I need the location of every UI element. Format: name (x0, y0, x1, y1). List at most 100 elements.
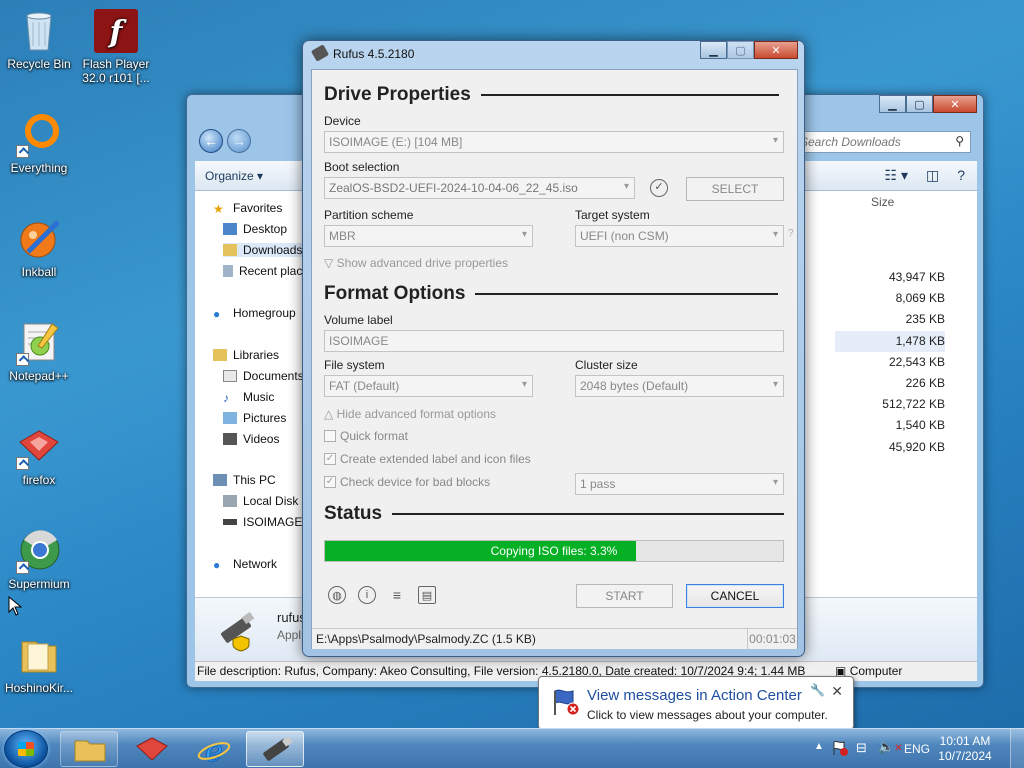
balloon-close-icon[interactable]: ✕ (831, 683, 843, 700)
desktop-icon-recycle-bin[interactable]: Recycle Bin (1, 8, 77, 71)
taskbar: e ▲ ⊟ 🔈✕ ENG 10:01 AM 10/7/2024 (0, 728, 1024, 768)
explorer-close-button[interactable]: ✕ (933, 95, 977, 113)
cancel-button[interactable]: CANCEL (686, 584, 784, 608)
back-button[interactable]: ← (199, 129, 223, 153)
nav-this-pc[interactable]: This PC (213, 473, 276, 487)
taskbar-ie-button[interactable]: e (184, 731, 242, 768)
boot-selection-dropdown[interactable]: ZealOS-BSD2-UEFI-2024-10-04-06_22_45.iso (324, 177, 635, 199)
select-button[interactable]: SELECT (686, 177, 784, 201)
rufus-window[interactable]: Rufus 4.5.2180 ▁ ▢ ✕ Drive Properties De… (302, 40, 805, 657)
explorer-maximize-button[interactable]: ▢ (906, 95, 933, 113)
documents-icon (223, 370, 237, 382)
nav-label: Documents (243, 369, 304, 383)
preview-pane-icon[interactable]: ◫ (926, 167, 939, 184)
desktop-icon-label: Inkball (21, 265, 57, 279)
nav-favorites[interactable]: ★ Favorites (213, 201, 282, 216)
internet-explorer-icon: e (197, 734, 231, 768)
organize-label: Organize (205, 169, 254, 183)
verify-checkmark-icon[interactable]: ✓ (650, 179, 668, 197)
network-icon: ● (213, 558, 221, 572)
rufus-usb-icon (263, 736, 293, 761)
nav-label: Downloads (243, 243, 303, 257)
log-icon[interactable]: ▤ (418, 586, 436, 604)
target-system-label: Target system (575, 208, 650, 222)
desktop-icon-notepad-plus-plus[interactable]: Notepad++ (1, 320, 77, 383)
wrench-icon[interactable]: 🔧 (810, 683, 825, 697)
start-button[interactable]: START (576, 584, 673, 608)
progress-text: Copying ISO files: 3.3% (490, 544, 618, 558)
extended-label-checkbox[interactable]: ✓ Create extended label and icon files (324, 452, 531, 466)
file-size-list: 43,947 KB 8,069 KB 235 KB 1,478 KB 22,54… (835, 267, 945, 458)
explorer-minimize-button[interactable]: ▁ (879, 95, 906, 113)
desktop-icon-hoshinokir[interactable]: HoshinoKir... (1, 632, 77, 695)
desktop-icon-supermium[interactable]: Supermium (1, 528, 77, 591)
settings-sliders-icon[interactable]: ≡ (388, 586, 406, 604)
partition-scheme-label: Partition scheme (324, 208, 414, 222)
progress-bar: Copying ISO files: 3.3% (324, 540, 784, 562)
hide-advanced-format-toggle[interactable]: △ Hide advanced format options (324, 407, 496, 421)
search-input[interactable]: Search Downloads ⚲ (793, 131, 971, 153)
about-info-icon[interactable]: i (358, 586, 376, 604)
desktop-icon-flash-player[interactable]: f Flash Player 32.0 r101 [... (78, 8, 154, 85)
nav-isoimage[interactable]: ISOIMAGE (223, 515, 302, 529)
nav-network[interactable]: ● Network (213, 557, 277, 572)
target-system-dropdown[interactable]: UEFI (non CSM) (575, 225, 784, 247)
clock[interactable]: 10:01 AM 10/7/2024 (930, 734, 1000, 764)
nav-videos[interactable]: Videos (223, 432, 279, 446)
language-globe-icon[interactable]: ◍ (328, 586, 346, 604)
taskbar-rufus-button[interactable] (246, 731, 304, 767)
organize-button[interactable]: Organize ▾ (205, 169, 263, 183)
forward-button[interactable]: → (227, 129, 251, 153)
nav-homegroup[interactable]: ● Homegroup (213, 306, 296, 321)
start-button[interactable] (4, 730, 48, 768)
balloon-title[interactable]: View messages in Action Center (587, 687, 802, 704)
pictures-icon (223, 412, 237, 424)
volume-muted-icon[interactable]: 🔈✕ (878, 739, 903, 755)
rufus-close-button[interactable]: ✕ (754, 41, 798, 59)
cluster-size-dropdown[interactable]: 2048 bytes (Default) (575, 375, 784, 397)
passes-dropdown[interactable]: 1 pass (575, 473, 784, 495)
network-tray-icon[interactable]: ⊟ (856, 740, 867, 756)
boot-selection-label: Boot selection (324, 160, 400, 174)
usb-drive-icon (223, 519, 237, 525)
view-options-icon[interactable]: ☷ ▾ (885, 167, 908, 184)
file-size: 235 KB (905, 312, 945, 327)
taskbar-explorer-button[interactable] (60, 731, 118, 767)
help-icon[interactable]: ? (957, 167, 965, 184)
show-hidden-icons-button[interactable]: ▲ (814, 741, 824, 752)
volume-label-input[interactable]: ISOIMAGE (324, 330, 784, 352)
file-size: 512,722 KB (882, 397, 945, 412)
nav-pictures[interactable]: Pictures (223, 411, 286, 425)
nav-music[interactable]: ♪ Music (223, 390, 274, 405)
rufus-minimize-button[interactable]: ▁ (700, 41, 727, 59)
section-title: Format Options (324, 283, 466, 304)
nav-local-disk[interactable]: Local Disk (223, 494, 298, 508)
size-column-header[interactable]: Size (871, 195, 894, 209)
nav-desktop[interactable]: Desktop (223, 222, 287, 236)
target-help-icon[interactable]: ? (788, 228, 794, 239)
quick-format-checkbox[interactable]: Quick format (324, 429, 408, 443)
desktop-icon-inkball[interactable]: Inkball (1, 216, 77, 279)
action-center-balloon[interactable]: View messages in Action Center Click to … (538, 676, 854, 730)
action-center-tray-icon[interactable] (832, 740, 848, 759)
file-size: 45,920 KB (888, 439, 945, 454)
partition-scheme-dropdown[interactable]: MBR (324, 225, 533, 247)
file-system-dropdown[interactable]: FAT (Default) (324, 375, 533, 397)
show-advanced-drive-toggle[interactable]: ▽ Show advanced drive properties (324, 256, 508, 270)
rufus-maximize-button[interactable]: ▢ (727, 41, 754, 59)
rufus-file-icon (215, 608, 259, 652)
desktop-icon-everything[interactable]: Everything (1, 112, 77, 175)
everything-icon (16, 112, 62, 158)
checkbox-label: Check device for bad blocks (340, 475, 491, 489)
desktop-icon-label: HoshinoKir... (4, 681, 74, 695)
device-dropdown[interactable]: ISOIMAGE (E:) [104 MB] (324, 131, 784, 153)
search-icon: ⚲ (955, 134, 964, 148)
language-indicator[interactable]: ENG (904, 742, 930, 756)
rufus-caption-buttons: ▁ ▢ ✕ (700, 41, 798, 59)
file-size: 1,540 KB (895, 418, 945, 433)
bad-blocks-checkbox[interactable]: ✓ Check device for bad blocks (324, 475, 490, 489)
desktop-icon-firefox[interactable]: firefox (1, 424, 77, 487)
nav-libraries[interactable]: Libraries (213, 348, 279, 362)
taskbar-firefox-button[interactable] (122, 731, 180, 767)
show-desktop-button[interactable] (1010, 729, 1024, 768)
